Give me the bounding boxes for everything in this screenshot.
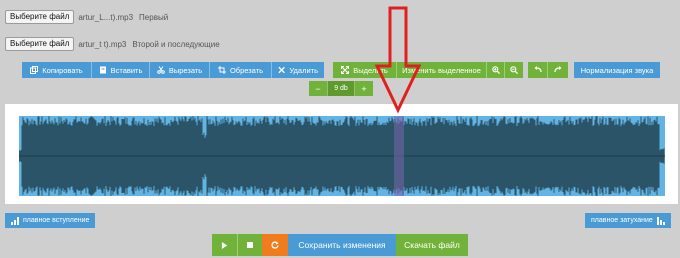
cut-button[interactable]: Вырезать: [150, 62, 210, 78]
file-desc-1: Первый: [139, 12, 169, 22]
close-icon: [278, 66, 285, 74]
copy-icon: [30, 66, 39, 74]
gain-value: 9 db: [327, 81, 355, 96]
play-button[interactable]: [212, 234, 237, 256]
crop-label: Обрезать: [229, 65, 264, 75]
bars-icon: [656, 216, 665, 225]
download-file-button[interactable]: Скачать файл: [396, 234, 468, 256]
waveform-selection[interactable]: [394, 116, 404, 196]
file-desc-2: Второй и последующие: [132, 39, 220, 49]
choose-file-button-1[interactable]: Выберите файл: [5, 10, 75, 24]
history-toolbar: [528, 62, 568, 78]
edit-toolbar: Копировать Вставить Вырезать Обрезать Уд…: [22, 62, 324, 78]
waveform[interactable]: [19, 116, 665, 196]
fade-out-button[interactable]: плавное затухание: [585, 213, 671, 228]
file-row-2: Выберите файл artur_t t).mp3 Второй и по…: [5, 37, 220, 51]
save-changes-button[interactable]: Сохранить изменения: [288, 234, 396, 256]
undo-button[interactable]: [528, 62, 548, 78]
play-icon: [221, 241, 228, 249]
file-row-1: Выберите файл artur_L...t).mp3 Первый: [5, 10, 168, 24]
zoom-out-button[interactable]: [505, 62, 523, 78]
waveform-panel: [5, 104, 678, 204]
playback-bar: Сохранить изменения Скачать файл: [212, 234, 468, 256]
normalize-label: Нормализация звука: [580, 65, 654, 75]
stop-icon: [247, 242, 253, 248]
redo-button[interactable]: [548, 62, 568, 78]
gain-minus-button[interactable]: −: [309, 81, 327, 96]
delete-label: Удалить: [289, 65, 318, 75]
expand-icon: [341, 66, 350, 74]
normalize-button[interactable]: Нормализация звука: [574, 62, 660, 78]
cut-icon: [157, 66, 165, 74]
zoom-in-icon: [491, 66, 500, 74]
copy-label: Копировать: [42, 65, 83, 75]
bars-icon: [11, 216, 19, 225]
paste-label: Вставить: [110, 65, 143, 75]
reload-button[interactable]: [262, 234, 288, 256]
copy-button[interactable]: Копировать: [22, 62, 92, 78]
delete-button[interactable]: Удалить: [272, 62, 324, 78]
undo-icon: [534, 66, 542, 73]
file-name-1: artur_L...t).mp3: [78, 12, 134, 22]
stop-button[interactable]: [237, 234, 262, 256]
crop-icon: [217, 66, 226, 74]
normalize-toolbar: Нормализация звука: [574, 62, 660, 78]
zoom-in-button[interactable]: [487, 62, 505, 78]
reload-icon: [271, 241, 279, 249]
waveform-graphic: [19, 116, 665, 196]
arrow-annotation: [374, 6, 422, 114]
paste-button[interactable]: Вставить: [92, 62, 150, 78]
selection-toolbar: Выделить Изменить выделенное: [333, 62, 523, 78]
redo-icon: [554, 66, 562, 73]
gain-stepper: − 9 db +: [309, 81, 373, 96]
file-name-2: artur_t t).mp3: [78, 39, 127, 49]
fade-in-label: плавное вступление: [23, 217, 90, 224]
zoom-out-icon: [510, 66, 518, 74]
fade-out-label: плавное затухание: [591, 217, 653, 224]
crop-button[interactable]: Обрезать: [210, 62, 272, 78]
fade-in-button[interactable]: плавное вступление: [5, 213, 96, 228]
choose-file-button-2[interactable]: Выберите файл: [5, 37, 75, 51]
gain-plus-button[interactable]: +: [355, 81, 373, 96]
cut-label: Вырезать: [168, 65, 203, 75]
paste-icon: [99, 66, 106, 74]
